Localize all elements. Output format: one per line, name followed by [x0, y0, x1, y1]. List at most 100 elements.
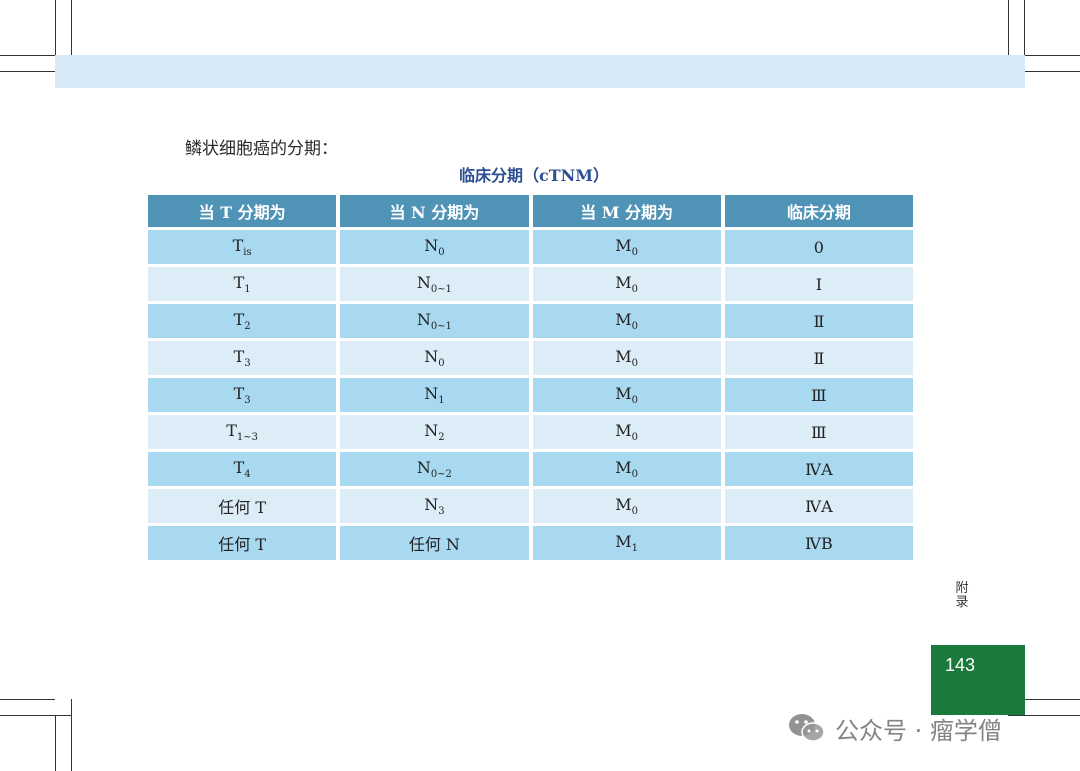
table-row: 任何 T 任何 N M1 ⅣB	[148, 526, 913, 560]
cell-subscript: 3	[438, 506, 445, 517]
cell-value: N	[416, 273, 431, 292]
cell-n-stage: N0~1	[340, 304, 529, 338]
cell-value: N	[416, 310, 431, 329]
cell-n-stage: 任何 N	[340, 526, 529, 560]
cell-clinical-stage: 0	[724, 230, 913, 264]
cell-subscript: 0	[631, 395, 638, 406]
crop-mark	[0, 715, 71, 716]
page-number: 143	[945, 655, 976, 675]
cell-t-stage: T1~3	[148, 415, 337, 449]
cell-t-stage: T3	[148, 341, 337, 375]
cell-subscript: is	[243, 247, 252, 258]
table-caption: 临床分期（cTNM）	[459, 166, 609, 185]
cell-clinical-stage: Ⅰ	[724, 267, 913, 301]
cell-subscript: 0	[631, 469, 638, 480]
cell-value: M	[615, 421, 632, 440]
cell-m-stage: M0	[532, 267, 721, 301]
cell-n-stage: N3	[340, 489, 529, 523]
header-clinical-stage: 临床分期	[724, 195, 913, 227]
table-row: T1~3 N2 M0 Ⅲ	[148, 415, 913, 449]
cell-m-stage: M0	[532, 452, 721, 486]
table-row: T1 N0~1 M0 Ⅰ	[148, 267, 913, 301]
header-m-stage: 当 M 分期为	[532, 195, 721, 227]
cell-t-stage: T2	[148, 304, 337, 338]
table-row: Tis N0 M0 0	[148, 230, 913, 264]
table-header-row: 当 T 分期为 当 N 分期为 当 M 分期为 临床分期	[148, 195, 913, 227]
cell-subscript: 0~2	[430, 469, 452, 480]
cell-value: M	[615, 495, 632, 514]
cell-value: Ⅱ	[813, 311, 825, 331]
cell-value: T	[226, 421, 237, 440]
cell-value: M	[615, 347, 632, 366]
watermark-text: 公众号 · 瘤学僧	[835, 716, 1002, 745]
cell-m-stage: M0	[532, 415, 721, 449]
cell-subscript: 3	[244, 395, 251, 406]
cell-subscript: 1	[438, 395, 445, 406]
cell-value: 任何 N	[408, 535, 460, 554]
cell-value: T	[233, 310, 245, 329]
cell-subscript: 1	[631, 543, 638, 554]
cell-t-stage: 任何 T	[148, 489, 337, 523]
cell-t-stage: Tis	[148, 230, 337, 264]
crop-mark	[71, 0, 72, 55]
table-row: 任何 T N3 M0 ⅣA	[148, 489, 913, 523]
cell-n-stage: N0	[340, 341, 529, 375]
appendix-tab: 附录	[955, 581, 969, 610]
cell-subscript: 0	[631, 247, 638, 258]
cell-clinical-stage: Ⅲ	[724, 415, 913, 449]
cell-clinical-stage: Ⅱ	[724, 304, 913, 338]
table-row: T4 N0~2 M0 ⅣA	[148, 452, 913, 486]
table-row: T3 N0 M0 Ⅱ	[148, 341, 913, 375]
cell-subscript: 3	[244, 358, 251, 369]
cell-subscript: 1	[244, 284, 251, 295]
cell-n-stage: N0	[340, 230, 529, 264]
cell-value: M	[615, 310, 632, 329]
cell-value: Ⅲ	[811, 385, 827, 405]
cell-value: 任何 T	[218, 535, 266, 554]
cell-value: Ⅲ	[811, 422, 827, 442]
header-band	[55, 55, 1025, 88]
cell-value: T	[233, 273, 245, 292]
cell-m-stage: M0	[532, 230, 721, 264]
cell-subscript: 0~1	[430, 284, 452, 295]
cell-clinical-stage: Ⅱ	[724, 341, 913, 375]
page-number-box: 143	[931, 645, 1025, 715]
cell-value: 0	[813, 237, 824, 257]
cell-value: N	[424, 495, 439, 514]
cell-clinical-stage: ⅣA	[724, 489, 913, 523]
cell-t-stage: T3	[148, 378, 337, 412]
cell-value: N	[424, 421, 439, 440]
cell-n-stage: N0~1	[340, 267, 529, 301]
cell-value: Ⅱ	[813, 348, 825, 368]
wechat-icon	[789, 714, 825, 742]
crop-mark	[71, 699, 72, 771]
cell-n-stage: N1	[340, 378, 529, 412]
intro-text: 鳞状细胞癌的分期：	[185, 139, 338, 159]
cell-m-stage: M0	[532, 378, 721, 412]
cell-subscript: 2	[244, 321, 251, 332]
cell-t-stage: 任何 T	[148, 526, 337, 560]
watermark: 公众号 · 瘤学僧	[787, 710, 1002, 746]
header-n-stage: 当 N 分期为	[340, 195, 529, 227]
cell-subscript: 0	[631, 358, 638, 369]
cell-value: M	[615, 532, 632, 551]
cell-t-stage: T4	[148, 452, 337, 486]
crop-mark	[0, 55, 55, 56]
crop-mark	[1008, 715, 1080, 716]
cell-subscript: 2	[438, 432, 445, 443]
cell-value: N	[416, 458, 431, 477]
cell-m-stage: M0	[532, 341, 721, 375]
cell-subscript: 1~3	[236, 432, 259, 443]
cell-value: ⅣB	[805, 533, 833, 553]
crop-mark	[1025, 699, 1080, 700]
cell-value: ⅣA	[805, 459, 833, 479]
table-row: T2 N0~1 M0 Ⅱ	[148, 304, 913, 338]
cell-subscript: 0~1	[430, 321, 452, 332]
cell-m-stage: M0	[532, 489, 721, 523]
cell-subscript: 0	[631, 321, 638, 332]
staging-table: 当 T 分期为 当 N 分期为 当 M 分期为 临床分期 Tis N0 M0 0 T1 N…	[144, 192, 917, 563]
cell-n-stage: N0~2	[340, 452, 529, 486]
cell-value: Ⅰ	[815, 274, 823, 294]
cell-value: M	[615, 273, 632, 292]
cell-subscript: 0	[631, 432, 638, 443]
